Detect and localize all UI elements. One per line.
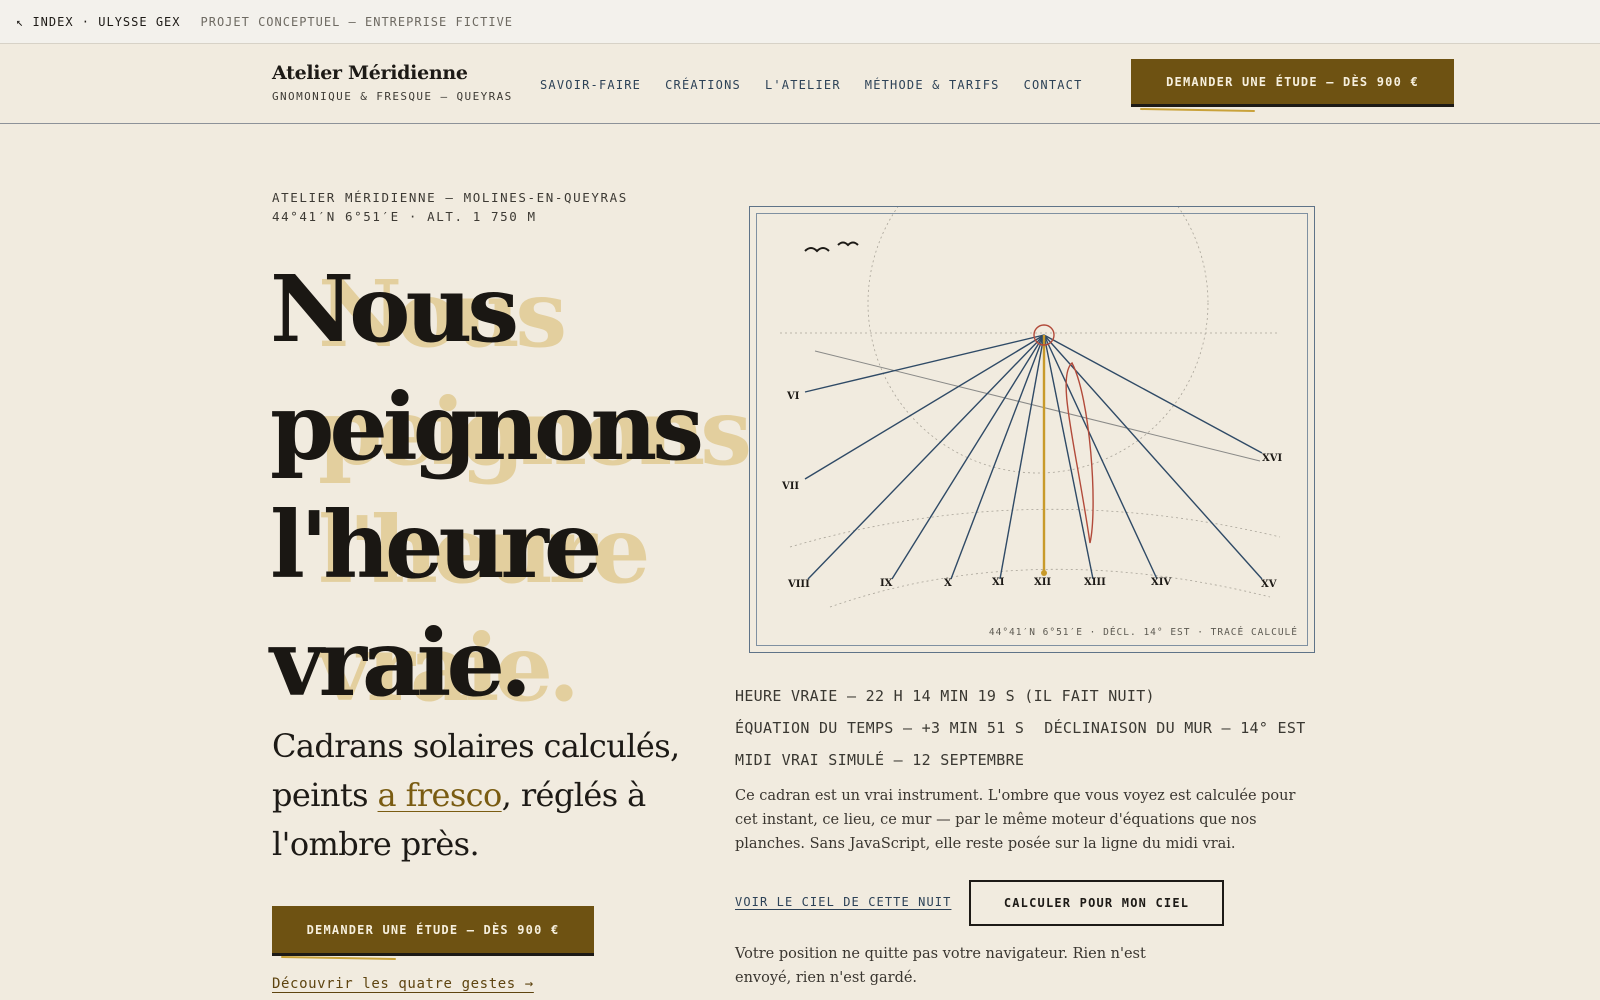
hour-line bbox=[1043, 334, 1263, 580]
location-line-2: 44°41′N 6°51′E · ALT. 1 750 M bbox=[272, 209, 537, 224]
bird-icon bbox=[804, 247, 830, 253]
brand-name: Atelier Méridienne bbox=[272, 62, 468, 84]
nav-item-creations[interactable]: CRÉATIONS bbox=[665, 78, 741, 92]
sundial-illustration: VI VII VIII IX X XI XII XIII XIV XV XVI bbox=[780, 207, 1283, 608]
dial-caption: 44°41′N 6°51′E · DÉCL. 14° EST · TRACÉ C… bbox=[988, 627, 1298, 638]
gnomon-shadow-dot bbox=[1041, 570, 1047, 576]
hour-label-xiv: XIV bbox=[1151, 577, 1171, 588]
dial-guide-circle bbox=[867, 207, 1209, 474]
hour-label-vi: VI bbox=[786, 391, 800, 402]
equation-declination-row: ÉQUATION DU TEMPS — +3 MIN 51 S DÉCLINAIS… bbox=[735, 712, 1306, 744]
hero-cta-underline bbox=[280, 955, 397, 961]
hour-label-xii: XII bbox=[1034, 577, 1051, 588]
sundial-frame: VI VII VIII IX X XI XII XIII XIV XV XVI … bbox=[749, 206, 1315, 653]
header-cta-underline bbox=[1139, 107, 1256, 113]
privacy-note: Votre position ne quitte pas votre navig… bbox=[735, 946, 1146, 986]
headline-word: Nous bbox=[270, 255, 519, 363]
simulated-noon-readout: MIDI VRAI SIMULÉ — 12 SEPTEMBRE bbox=[735, 751, 1025, 769]
location-block: ATELIER MÉRIDIENNE — MOLINES-EN-QUEYRAS … bbox=[272, 188, 628, 226]
site-header: Atelier Méridienne GNOMONIQUE & FRESQUE … bbox=[0, 44, 1600, 124]
hour-line bbox=[1043, 334, 1094, 580]
hour-line bbox=[804, 334, 1045, 393]
dial-solstice-curve bbox=[789, 508, 1281, 548]
nav-item-methode-tarifs[interactable]: MÉTHODE & TARIFS bbox=[865, 78, 1000, 92]
hour-line bbox=[1043, 334, 1158, 580]
hour-label-xi: XI bbox=[992, 577, 1005, 588]
index-bar: ↖ INDEX · ULYSSE GEX PROJET CONCEPTUEL —… bbox=[0, 0, 1600, 44]
brand[interactable]: Atelier Méridienne GNOMONIQUE & FRESQUE … bbox=[272, 62, 513, 103]
true-time-readout: HEURE VRAIE — 22 H 14 MIN 19 S (IL FAIT … bbox=[735, 687, 1155, 705]
header-study-button[interactable]: DEMANDER UNE ÉTUDE — DÈS 900 € bbox=[1131, 59, 1454, 107]
index-link[interactable]: ↖ INDEX · ULYSSE GEX bbox=[16, 15, 181, 29]
bird-icon bbox=[837, 241, 859, 247]
sundial-description: Ce cadran est un vrai instrument. L'ombr… bbox=[735, 788, 1296, 852]
headline-line: vraie. vraie. bbox=[270, 604, 740, 722]
hour-line bbox=[1043, 334, 1263, 454]
headline-line: Nous Nous bbox=[270, 250, 740, 368]
hour-label-xv: XV bbox=[1261, 579, 1277, 590]
hour-line bbox=[807, 334, 1045, 580]
brand-subtitle: GNOMONIQUE & FRESQUE — QUEYRAS bbox=[272, 90, 513, 103]
headline-line: l'heure l'heure bbox=[270, 486, 740, 604]
headline-word: l'heure bbox=[270, 491, 602, 599]
hour-label-viii: VIII bbox=[787, 579, 810, 590]
hero-study-button[interactable]: DEMANDER UNE ÉTUDE — DÈS 900 € bbox=[272, 906, 594, 956]
hero-tagline: Cadrans solaires calculés, peints a fres… bbox=[272, 722, 692, 869]
sundial-readouts: HEURE VRAIE — 22 H 14 MIN 19 S (IL FAIT … bbox=[735, 680, 1306, 776]
project-label: PROJET CONCEPTUEL — ENTREPRISE FICTIVE bbox=[200, 14, 514, 29]
headline-word: vraie. bbox=[270, 609, 532, 717]
nav-item-contact[interactable]: CONTACT bbox=[1024, 78, 1083, 92]
hour-line bbox=[804, 334, 1045, 480]
location-line-1: ATELIER MÉRIDIENNE — MOLINES-EN-QUEYRAS bbox=[272, 190, 628, 205]
hour-label-ix: IX bbox=[880, 578, 893, 589]
headline-word: peignons bbox=[270, 373, 704, 481]
hour-label-x: X bbox=[944, 578, 952, 589]
hour-label-xvi: XVI bbox=[1262, 453, 1283, 464]
wall-declination-readout: DÉCLINAISON DU MUR — 14° EST bbox=[1044, 719, 1306, 737]
hour-line bbox=[891, 334, 1045, 580]
hero-headline: Nous Nous peignons peignons l'heure l'he… bbox=[270, 250, 752, 722]
hour-label-xiii: XIII bbox=[1084, 577, 1106, 588]
tagline-accent: a fresco bbox=[377, 776, 503, 814]
calculate-my-sky-button[interactable]: CALCULER POUR MON CIEL bbox=[969, 880, 1224, 926]
hour-line bbox=[950, 334, 1045, 580]
headline-line: peignons peignons bbox=[270, 368, 752, 486]
hour-label-vii: VII bbox=[781, 481, 799, 492]
dial-equinox-curve bbox=[829, 568, 1271, 608]
nav-item-savoir-faire[interactable]: SAVOIR-FAIRE bbox=[540, 78, 641, 92]
night-sky-link[interactable]: VOIR LE CIEL DE CETTE NUIT bbox=[735, 895, 951, 909]
main-nav: SAVOIR-FAIRE CRÉATIONS L'ATELIER MÉTHODE… bbox=[540, 78, 1083, 92]
nav-item-atelier[interactable]: L'ATELIER bbox=[765, 78, 841, 92]
discover-gestures-link[interactable]: Découvrir les quatre gestes → bbox=[272, 976, 534, 992]
equation-of-time-readout: ÉQUATION DU TEMPS — +3 MIN 51 S bbox=[735, 719, 1025, 737]
